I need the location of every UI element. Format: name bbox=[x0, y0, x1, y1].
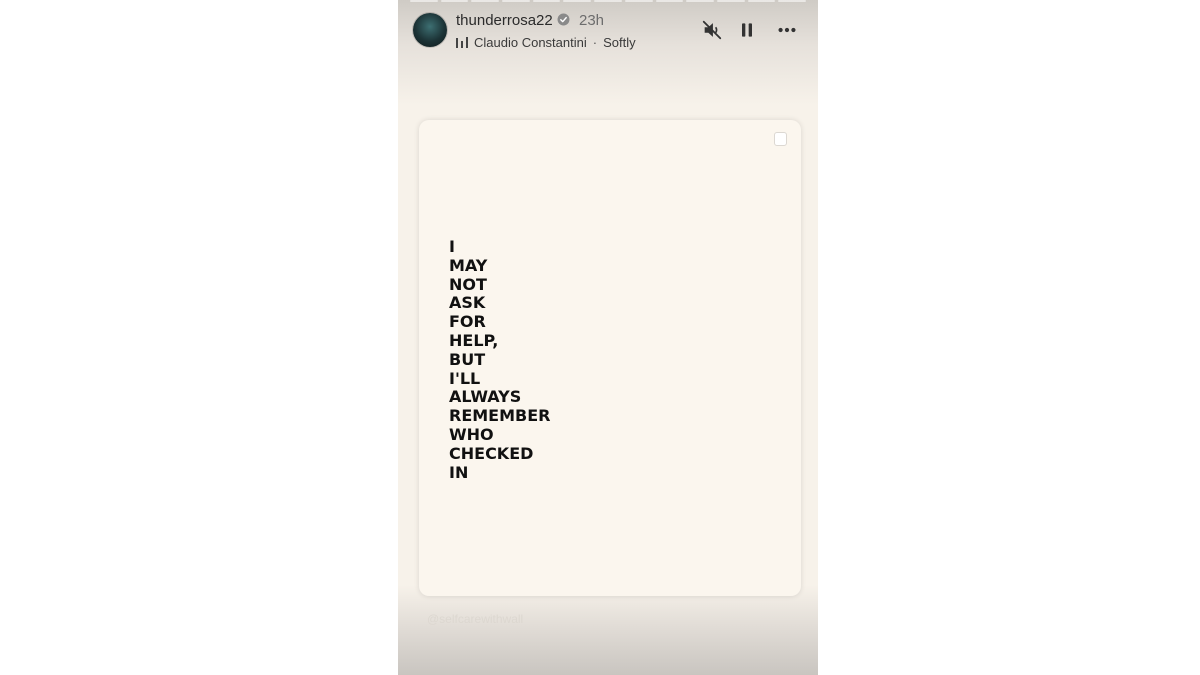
mute-button[interactable] bbox=[700, 18, 724, 42]
music-track: Softly bbox=[603, 34, 636, 50]
progress-segment bbox=[747, 0, 776, 2]
quote-line: ALWAYS bbox=[449, 387, 522, 407]
more-options-button[interactable] bbox=[775, 18, 799, 42]
progress-segment bbox=[778, 0, 806, 2]
progress-segment bbox=[440, 0, 469, 2]
progress-segment bbox=[716, 0, 745, 2]
verified-badge-icon bbox=[557, 13, 570, 26]
progress-segment bbox=[410, 0, 438, 2]
post-time: 23h bbox=[579, 12, 605, 29]
progress-segment bbox=[655, 0, 684, 2]
pause-button[interactable] bbox=[735, 18, 759, 42]
music-bars-icon bbox=[456, 36, 468, 48]
quote-line: WHO bbox=[449, 424, 494, 444]
quote-line: MAY bbox=[449, 255, 488, 275]
more-options-icon bbox=[778, 27, 796, 33]
progress-segment bbox=[563, 0, 592, 2]
progress-segment bbox=[532, 0, 561, 2]
quote-line: CHECKED bbox=[449, 443, 534, 463]
pause-icon bbox=[742, 23, 752, 37]
quote-card: I MAY NOT ASK FOR HELP, BUT I'LL ALWAYS … bbox=[419, 120, 801, 596]
speaker-muted-icon bbox=[702, 20, 722, 40]
avatar[interactable] bbox=[413, 13, 447, 47]
watermark-handle: @selfcarewithwall bbox=[427, 612, 524, 626]
quote-line: ASK bbox=[449, 293, 486, 313]
music-separator: · bbox=[592, 34, 598, 50]
quote-line: BUT bbox=[449, 349, 486, 369]
quote-line: HELP, bbox=[449, 330, 499, 350]
progress-segment bbox=[686, 0, 714, 2]
music-info[interactable]: Claudio Constantini · Softly bbox=[456, 34, 636, 50]
quote-line: NOT bbox=[449, 274, 487, 294]
quote-line: IN bbox=[449, 462, 469, 482]
quote-text: I MAY NOT ASK FOR HELP, BUT I'LL ALWAYS … bbox=[449, 237, 551, 482]
quote-line: I bbox=[449, 237, 455, 256]
story-progress-bar bbox=[410, 0, 806, 2]
progress-segment bbox=[471, 0, 500, 2]
progress-segment bbox=[594, 0, 622, 2]
story-viewer[interactable]: thunderrosa22 23h Claudio Constantini · … bbox=[398, 0, 818, 675]
quote-line: I'LL bbox=[449, 368, 481, 388]
music-artist: Claudio Constantini bbox=[474, 34, 587, 50]
quote-line: FOR bbox=[449, 312, 486, 332]
progress-segment bbox=[624, 0, 653, 2]
card-corner-icon bbox=[774, 132, 787, 146]
quote-line: REMEMBER bbox=[449, 406, 551, 426]
progress-segment bbox=[502, 0, 530, 2]
username-link[interactable]: thunderrosa22 bbox=[456, 12, 553, 29]
